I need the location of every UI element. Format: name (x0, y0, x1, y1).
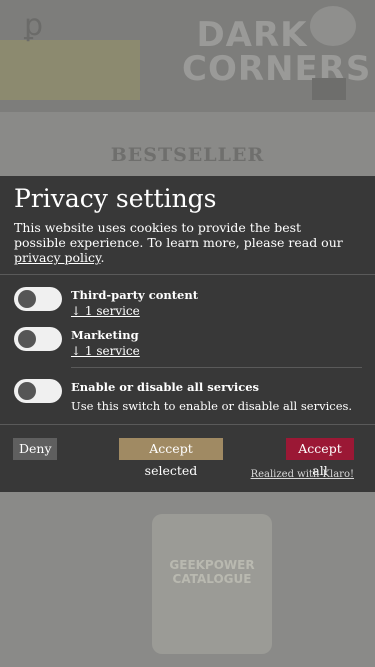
all-services-title: Enable or disable all services (71, 380, 259, 394)
privacy-policy-link[interactable]: privacy policy (14, 250, 100, 265)
product-label-line1: GEEKPOWER (169, 558, 255, 572)
accept-selected-button[interactable]: Accept selected (119, 438, 223, 478)
site-logo-icon: ꝑ (24, 8, 44, 43)
section-title: BESTSELLER (110, 144, 265, 166)
modal-description: This website uses cookies to provide the… (14, 220, 354, 265)
divider (0, 424, 375, 425)
site-title-line2: CORNERS (182, 49, 372, 89)
service-title-marketing: Marketing (71, 328, 139, 342)
third-party-services-link[interactable]: ↓ 1 service (71, 304, 140, 318)
toggle-knob (18, 382, 36, 400)
marketing-toggle[interactable] (14, 327, 62, 351)
realized-with-klaro-link[interactable]: Realized with Klaro! (251, 469, 354, 480)
divider (0, 274, 375, 275)
description-end: . (100, 250, 105, 265)
privacy-settings-modal: Privacy settings This website uses cooki… (0, 176, 375, 492)
header-banner (0, 40, 140, 100)
all-services-description: Use this switch to enable or disable all… (71, 399, 353, 413)
all-services-toggle[interactable] (14, 379, 62, 403)
toggle-knob (18, 330, 36, 348)
modal-title: Privacy settings (14, 184, 217, 213)
cart-badge (312, 78, 346, 100)
third-party-content-toggle[interactable] (14, 287, 62, 311)
marketing-services-link[interactable]: ↓ 1 service (71, 344, 140, 358)
product-label: GEEKPOWER CATALOGUE (160, 558, 264, 586)
site-title-line1: DARK (196, 15, 308, 55)
divider (71, 367, 362, 368)
product-label-line2: CATALOGUE (172, 572, 252, 586)
site-title: DARK CORNERS (182, 15, 372, 89)
service-title-third-party: Third-party content (71, 288, 199, 302)
description-text: This website uses cookies to provide the… (14, 220, 343, 250)
accept-all-button[interactable]: Accept all (286, 438, 354, 478)
deny-button[interactable]: Deny (13, 438, 57, 460)
toggle-knob (18, 290, 36, 308)
